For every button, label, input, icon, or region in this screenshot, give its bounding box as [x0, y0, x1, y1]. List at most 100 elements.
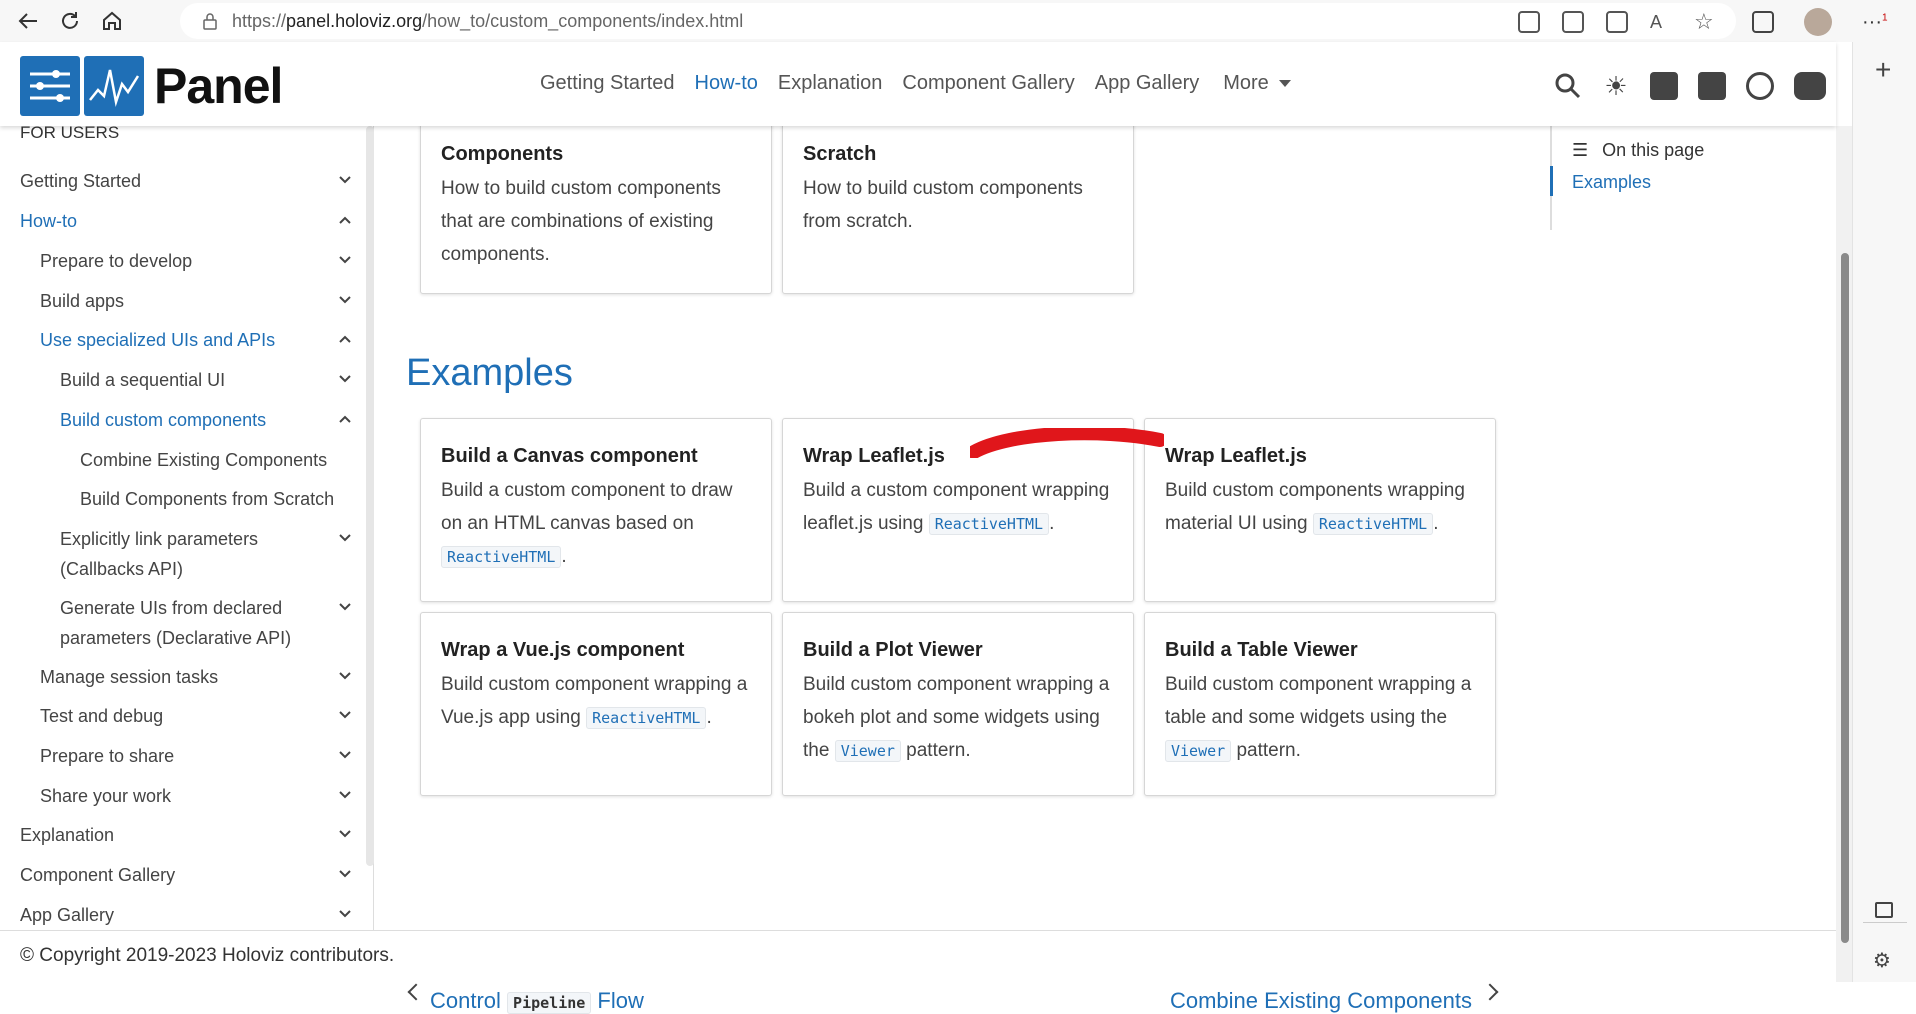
url-text[interactable]: https://panel.holoviz.org/how_to/custom_… [232, 11, 743, 32]
sidebar-item-callbacks-api[interactable]: Explicitly link parameters (Callbacks API… [0, 524, 374, 584]
profile-avatar[interactable] [1804, 8, 1832, 36]
card-description: Build a custom component to draw on an H… [441, 480, 733, 568]
section-heading-examples: Examples [406, 352, 573, 394]
page-footer: © Copyright 2019-2023 Holoviz contributo… [0, 930, 1836, 982]
nav-app-gallery[interactable]: App Gallery [1095, 72, 1200, 95]
chevron-down-icon[interactable] [338, 531, 352, 545]
chevron-down-icon[interactable] [338, 600, 352, 614]
table-of-contents: On this page Examples [1550, 126, 1820, 230]
card-from-scratch[interactable]: Scratch How to build custom components f… [782, 116, 1134, 294]
main-content: Components How to build custom component… [374, 116, 1550, 1014]
card-title: Build a Table Viewer [1165, 639, 1358, 661]
card-title: Build a Canvas component [441, 445, 698, 467]
inline-code: ReactiveHTML [1312, 513, 1434, 535]
card-description: How to build custom components from scra… [803, 178, 1083, 232]
theme-toggle-icon[interactable]: ☀ [1602, 72, 1630, 100]
app-available-icon[interactable] [1518, 11, 1540, 33]
panel-logo[interactable]: Panel [20, 56, 283, 116]
nav-more-dropdown[interactable]: More [1223, 72, 1291, 95]
chevron-down-icon[interactable] [338, 669, 352, 683]
chevron-up-icon[interactable] [338, 332, 352, 346]
inline-code: Viewer [1165, 740, 1232, 762]
card-title: Wrap Leaflet.js [803, 445, 945, 467]
card-title: Scratch [803, 143, 877, 165]
chevron-left-icon[interactable] [407, 983, 425, 1001]
browser-sidebar: + ⚙ [1852, 42, 1916, 982]
search-icon[interactable] [1554, 72, 1582, 100]
pager-next-title[interactable]: Combine Existing Components [1162, 988, 1472, 1014]
chart-line-icon [84, 56, 144, 116]
card-title: Components [441, 143, 564, 165]
discord-icon[interactable] [1794, 72, 1826, 100]
chevron-right-icon[interactable] [1481, 983, 1499, 1001]
top-navigation: Getting Started How-to Explanation Compo… [540, 72, 1291, 95]
settings-sliders-icon [20, 56, 80, 116]
card-plot-viewer[interactable]: Build a Plot Viewer Build custom compone… [782, 612, 1134, 796]
inline-code: ReactiveHTML [928, 513, 1050, 535]
lock-icon[interactable] [202, 12, 218, 30]
card-description: Build custom component wrapping a bokeh … [803, 674, 1110, 762]
inline-code: ReactiveHTML [586, 707, 707, 729]
read-aloud-icon[interactable]: A [1650, 11, 1672, 33]
chevron-down-icon[interactable] [338, 372, 352, 386]
sidebar-item-declarative-api[interactable]: Generate UIs from declared parameters (De… [0, 593, 374, 653]
left-sidebar: FOR USERS Getting Started How-to Prepare… [0, 123, 374, 930]
add-icon[interactable]: + [1875, 54, 1891, 86]
inline-code: ReactiveHTML [441, 546, 562, 568]
pager-prev-title[interactable]: Control Pipeline Flow [430, 988, 644, 1014]
chevron-down-icon[interactable] [338, 708, 352, 722]
chevron-down-icon[interactable] [338, 788, 352, 802]
home-icon[interactable] [98, 7, 126, 35]
github-icon[interactable] [1650, 72, 1678, 100]
address-bar-icons: A ☆ [1518, 11, 1716, 33]
split-screen-icon[interactable] [1606, 11, 1628, 33]
card-canvas-component[interactable]: Build a Canvas component Build a custom … [420, 418, 772, 602]
copyright-text: © Copyright 2019-2023 Holoviz contributo… [20, 945, 395, 966]
card-description: Build custom component wrapping a Vue.js… [441, 674, 748, 729]
chevron-down-icon[interactable] [338, 748, 352, 762]
discourse-icon[interactable] [1746, 72, 1774, 100]
favorite-icon[interactable]: ☆ [1694, 11, 1716, 33]
collections-icon[interactable] [1752, 11, 1774, 33]
card-table-viewer[interactable]: Build a Table Viewer Build custom compon… [1144, 612, 1496, 796]
browser-toolbar: https://panel.holoviz.org/how_to/custom_… [0, 0, 1916, 42]
chevron-down-icon[interactable] [338, 827, 352, 841]
page-scrollbar-thumb[interactable] [1841, 253, 1849, 943]
logo-text: Panel [154, 58, 283, 114]
inline-code: Viewer [834, 740, 901, 762]
card-description: Build a custom component wrapping leafle… [803, 480, 1110, 535]
card-wrap-vue[interactable]: Wrap a Vue.js component Build custom com… [420, 612, 772, 796]
chevron-down-icon[interactable] [338, 173, 352, 187]
nav-component-gallery[interactable]: Component Gallery [902, 72, 1074, 95]
toc-active-indicator [1550, 166, 1553, 196]
nav-getting-started[interactable]: Getting Started [540, 72, 675, 95]
chevron-up-icon[interactable] [338, 213, 352, 227]
nav-explanation[interactable]: Explanation [778, 72, 883, 95]
chevron-down-icon[interactable] [338, 293, 352, 307]
back-icon[interactable] [14, 7, 42, 35]
settings-icon[interactable]: ⚙ [1873, 948, 1891, 973]
chevron-down-icon[interactable] [338, 867, 352, 881]
toc-title: On this page [1572, 140, 1704, 161]
divider [1863, 922, 1907, 923]
card-combine-components[interactable]: Components How to build custom component… [420, 116, 772, 294]
address-bar[interactable]: https://panel.holoviz.org/how_to/custom_… [180, 3, 1736, 39]
toc-link-examples[interactable]: Examples [1572, 172, 1651, 193]
more-options-icon[interactable]: ···1 [1862, 11, 1888, 34]
browser-actions: ···1 [1752, 8, 1888, 36]
card-title: Wrap a Vue.js component [441, 639, 685, 661]
card-description: Build custom components wrapping materia… [1165, 480, 1465, 535]
card-wrap-leaflet[interactable]: Wrap Leaflet.js Build a custom component… [782, 418, 1134, 602]
extensions-icon[interactable] [1562, 11, 1584, 33]
sidebar-section-label: FOR USERS [20, 123, 120, 142]
chevron-down-icon[interactable] [338, 253, 352, 267]
twitter-icon[interactable] [1698, 72, 1726, 100]
card-description: Build custom component wrapping a table … [1165, 674, 1472, 762]
sidebar-scrollbar[interactable] [366, 126, 374, 866]
nav-how-to[interactable]: How-to [695, 72, 758, 95]
sidebar-toggle-icon[interactable] [1875, 902, 1893, 918]
card-wrap-material-ui[interactable]: Wrap Leaflet.js Build custom components … [1144, 418, 1496, 602]
chevron-up-icon[interactable] [338, 412, 352, 426]
reload-icon[interactable] [56, 7, 84, 35]
chevron-down-icon[interactable] [338, 907, 352, 921]
